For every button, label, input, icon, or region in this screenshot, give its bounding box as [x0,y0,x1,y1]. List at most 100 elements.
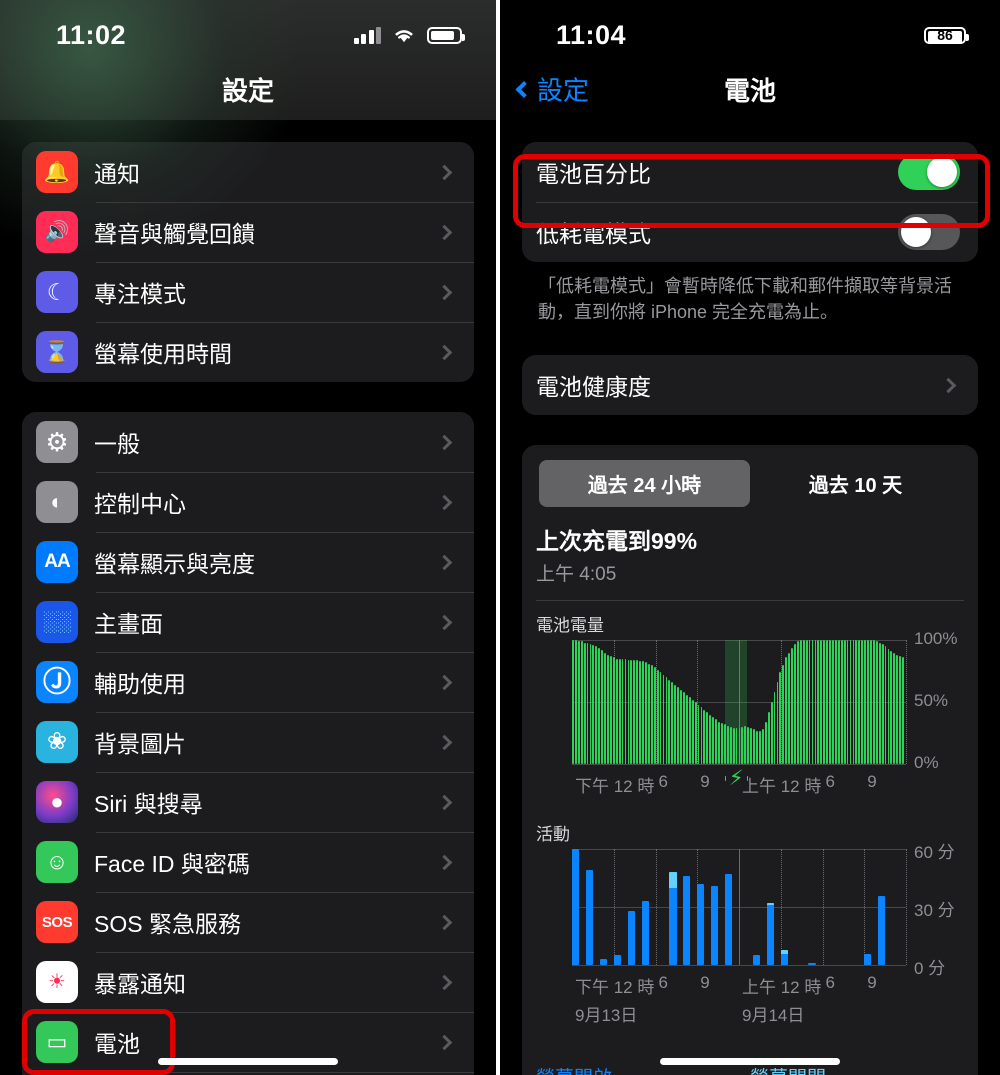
chart-bar [788,652,791,765]
chart-bar [799,640,802,765]
gap [500,415,1000,445]
segment-option[interactable]: 過去 24 小時 [539,460,750,508]
settings-row[interactable]: ❀ 背景圖片 [22,712,474,772]
settings-row[interactable]: ☾ 專注模式 [22,262,474,322]
chart-bar [580,641,583,765]
chart-bar [607,654,609,765]
chart-bar [861,640,864,765]
battery-health-row[interactable]: 電池健康度 [522,355,978,415]
toggle-switch[interactable] [898,214,960,250]
x-axis-tick-label: 9 [867,772,877,792]
activity-chart-title: 活動 [536,825,570,845]
chart-bar [683,692,685,765]
chart-bar [867,640,869,765]
settings-row-label: 螢幕使用時間 [94,341,232,367]
settings-row[interactable]: 🔊 聲音與觸覺回饋 [22,202,474,262]
chart-bar [633,659,636,765]
chart-bar [779,672,782,765]
chart-bar [773,692,776,765]
chart-bar [674,684,677,765]
chart-bar [767,712,770,765]
speaker-icon: 🔊 [36,211,78,253]
display-brightness-icon: AA [36,541,78,583]
chart-bar [653,667,656,765]
home-indicator [158,1058,338,1065]
time-range-segmented-control[interactable]: 過去 24 小時 過去 10 天 [536,457,964,511]
face-id-icon: ☺ [36,841,78,883]
settings-row[interactable]: ⌛ 螢幕使用時間 [22,322,474,382]
settings-row[interactable]: ☀ 暴露通知 [22,952,474,1012]
x-axis-tick-label: 上午 12 時 [742,978,822,998]
chart-bar [896,654,899,765]
chart-bar [729,726,732,765]
gap [0,382,496,412]
chart-bar [595,646,598,765]
exposure-notification-icon: ☀ [36,961,78,1003]
chart-bar [864,640,866,765]
settings-row-label: 專注模式 [94,281,186,307]
chart-bar [612,657,615,765]
settings-row[interactable]: ◐ 控制中心 [22,472,474,532]
chart-bar [875,641,878,765]
settings-row-label: 暴露通知 [94,971,186,997]
chart-bar [680,689,682,765]
page-title: 設定 [221,75,274,106]
settings-row[interactable]: AA 螢幕顯示與亮度 [22,532,474,592]
x-axis-tick-label: 9 [700,973,710,993]
toggle-switch[interactable] [898,154,960,190]
chart-bar [855,640,858,765]
chart-bar [849,640,852,765]
chart-bar [585,870,594,966]
settings-row[interactable]: ⚙ 一般 [22,412,474,472]
chart-bar [870,640,872,765]
chart-bar [794,643,796,765]
chart-bar [785,657,788,765]
settings-row[interactable]: SOS SOS 緊急服務 [22,892,474,952]
chart-bar [814,640,817,765]
x-axis-tick-label: 6 [825,973,835,993]
settings-row[interactable]: 🔔 通知 [22,142,474,202]
chart-bar [624,658,627,765]
chart-bar [647,663,650,765]
settings-row-label: 輔助使用 [94,671,186,697]
chart-bar [572,640,574,765]
settings-row[interactable]: ░░ 主畫面 [22,592,474,652]
chart-bar [703,709,706,765]
home-indicator [660,1058,840,1065]
settings-row[interactable]: ● Siri 與搜尋 [22,772,474,832]
settings-screen: 11:02 設定 🔔 通知 🔊 聲音與觸覺回饋 ☾ 專注模式 ⌛ 螢幕使用時間 ⚙ 一般 ◐ 控制中… [0,0,500,1075]
chart-bar [641,901,649,966]
chart-bar [694,702,697,765]
toggle-row[interactable]: 電池百分比 [522,142,978,202]
control-center-icon: ◐ [36,481,78,523]
chart-bar [791,647,793,765]
settings-row[interactable]: Ⓙ 輔助使用 [22,652,474,712]
chart-bar [592,645,595,765]
chart-bar [834,640,837,765]
siri-icon: ● [36,781,78,823]
chevron-right-icon [436,614,453,630]
date-axis-label: 9月13日 [575,1006,638,1026]
battery-icon [427,26,465,44]
back-button[interactable]: 設定 [515,71,589,108]
chart-bar [864,953,872,966]
chart-bar [691,699,694,765]
chart-bar [669,872,677,966]
chart-bar [820,640,823,765]
settings-group-notifications: 🔔 通知 🔊 聲音與觸覺回饋 ☾ 專注模式 ⌛ 螢幕使用時間 [22,142,474,382]
chevron-right-icon [436,734,453,750]
chart-bar [735,728,738,765]
chart-bar [829,640,831,765]
settings-row[interactable]: ☺ Face ID 與密碼 [22,832,474,892]
chevron-right-icon [436,344,453,360]
chart-bar [627,910,635,966]
chart-bar-background-segment [669,872,677,888]
segment-option[interactable]: 過去 10 天 [750,460,961,507]
toggle-row[interactable]: 低耗電模式 [522,202,978,262]
chart-bar [718,721,720,765]
chart-bar [723,724,726,765]
chart-bar [823,640,826,765]
chart-bar [902,657,904,765]
chart-bar [621,658,624,765]
chart-bar [688,697,691,765]
